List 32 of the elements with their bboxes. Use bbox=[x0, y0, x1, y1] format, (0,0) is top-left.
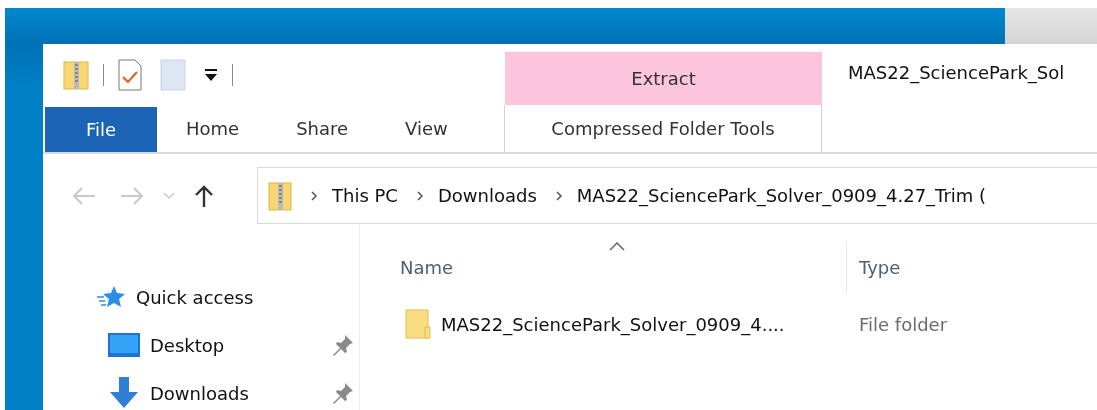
context-group-header: Extract bbox=[505, 52, 822, 105]
window-title: MAS22_SciencePark_Sol bbox=[847, 61, 1066, 86]
ribbon-tab[interactable]: Share bbox=[267, 105, 349, 152]
dropdown-icon[interactable] bbox=[204, 67, 218, 82]
column-header[interactable]: Type bbox=[859, 256, 901, 278]
up-arrow-icon[interactable] bbox=[193, 183, 215, 208]
breadcrumb-item[interactable]: MAS22_SciencePark_Solver_0909_4.27_Trim ( bbox=[576, 185, 987, 206]
column-header[interactable]: Name bbox=[400, 256, 454, 278]
chevron-right-icon[interactable] bbox=[310, 189, 318, 202]
breadcrumb-item[interactable]: Downloads bbox=[437, 185, 537, 206]
file-type: File folder bbox=[859, 313, 948, 335]
ribbon-tab[interactable]: Compressed Folder Tools bbox=[551, 105, 775, 152]
star-icon bbox=[96, 285, 126, 309]
monitor-icon bbox=[108, 333, 140, 357]
chevron-right-icon[interactable] bbox=[554, 189, 563, 202]
sidebar-item[interactable]: Downloads bbox=[150, 382, 322, 404]
chevron-right-icon[interactable] bbox=[415, 189, 424, 202]
address-bar[interactable]: This PC Downloads MAS22_SciencePark_Solver_0909_4.27_Trim ( bbox=[257, 167, 1097, 224]
zip-folder-icon[interactable] bbox=[63, 59, 89, 90]
ribbon-tab[interactable]: Home bbox=[157, 105, 240, 152]
ribbon-tab[interactable]: View bbox=[376, 105, 448, 152]
download-arrow-icon bbox=[108, 377, 140, 409]
pin-icon[interactable] bbox=[332, 334, 354, 356]
file-tab[interactable]: File bbox=[45, 107, 157, 152]
pin-icon[interactable] bbox=[332, 382, 354, 404]
sidebar-item[interactable]: Desktop bbox=[150, 334, 322, 356]
folder-icon bbox=[405, 309, 431, 339]
sidebar-item[interactable]: Quick access bbox=[136, 286, 354, 308]
breadcrumb-item[interactable]: This PC bbox=[332, 185, 398, 206]
checkmark-document-icon[interactable] bbox=[118, 58, 142, 91]
zip-folder-icon bbox=[268, 180, 292, 211]
file-name[interactable]: MAS22_SciencePark_Solver_0909_4.... bbox=[441, 313, 785, 335]
